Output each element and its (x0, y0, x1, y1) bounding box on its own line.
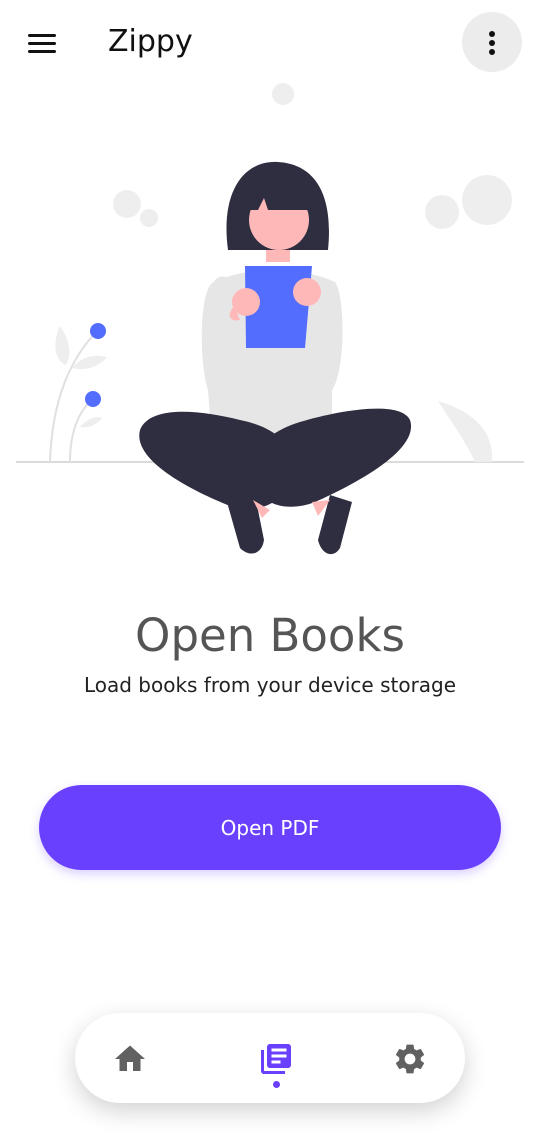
bottom-navigation (75, 1013, 465, 1103)
empty-state-subtitle: Load books from your device storage (83, 673, 457, 697)
person-reading-book-illustration (16, 83, 524, 555)
nav-item-settings[interactable] (392, 1041, 428, 1077)
empty-state-title: Open Books (135, 609, 405, 662)
hamburger-menu-icon (28, 34, 56, 37)
app-title: Zippy (108, 24, 193, 59)
open-pdf-button[interactable]: Open PDF (39, 785, 501, 870)
menu-button[interactable] (22, 24, 62, 64)
active-nav-indicator (273, 1081, 280, 1088)
more-options-button[interactable] (462, 12, 522, 72)
nav-item-home[interactable] (112, 1041, 148, 1077)
nav-item-library[interactable] (258, 1041, 294, 1077)
library-books-icon (261, 1044, 291, 1074)
open-pdf-label: Open PDF (220, 815, 320, 840)
home-icon (115, 1045, 145, 1071)
gear-icon (395, 1044, 425, 1074)
